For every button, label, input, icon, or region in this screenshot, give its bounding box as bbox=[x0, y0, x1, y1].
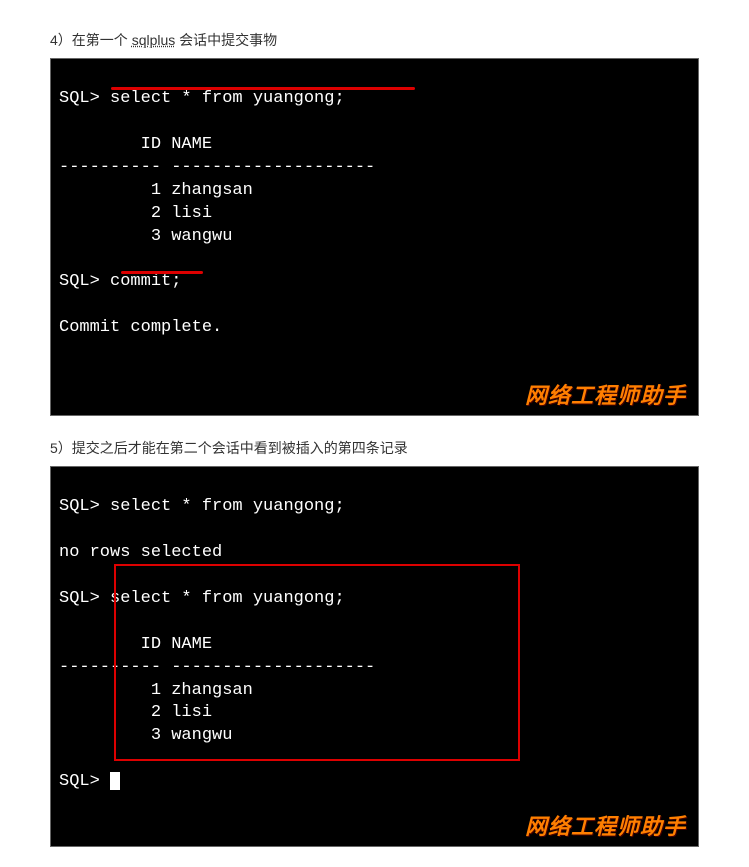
terminal-1: SQL> select * from yuangong; ID NAME ---… bbox=[50, 58, 699, 416]
table-row: 1 zhangsan bbox=[59, 681, 253, 700]
caption-suffix: 会话中提交事物 bbox=[175, 32, 277, 48]
sql-prompt: SQL> bbox=[59, 589, 110, 608]
table-divider: ---------- -------------------- bbox=[59, 158, 375, 177]
sql-prompt: SQL> bbox=[59, 772, 110, 791]
cursor-icon bbox=[110, 772, 120, 790]
commit-result: Commit complete. bbox=[59, 318, 222, 337]
terminal-2: SQL> select * from yuangong; no rows sel… bbox=[50, 466, 699, 847]
table-row: 2 lisi bbox=[59, 204, 212, 223]
red-underline-annotation bbox=[121, 271, 203, 274]
sql-prompt: SQL> bbox=[59, 272, 110, 291]
sql-command: select * from yuangong; bbox=[110, 589, 345, 608]
step4-caption: 4）在第一个 sqlplus 会话中提交事物 bbox=[50, 30, 699, 50]
table-header: ID NAME bbox=[59, 135, 212, 154]
table-row: 1 zhangsan bbox=[59, 181, 253, 200]
caption-underline: sqlplus bbox=[132, 32, 176, 48]
watermark-text: 网络工程师助手 bbox=[525, 381, 686, 411]
sql-prompt: SQL> bbox=[59, 89, 110, 108]
no-rows-msg: no rows selected bbox=[59, 543, 222, 562]
watermark-text: 网络工程师助手 bbox=[525, 812, 686, 842]
table-row: 2 lisi bbox=[59, 703, 212, 722]
step5-caption: 5）提交之后才能在第二个会话中看到被插入的第四条记录 bbox=[50, 438, 699, 458]
sql-prompt: SQL> bbox=[59, 497, 110, 516]
table-divider: ---------- -------------------- bbox=[59, 658, 375, 677]
table-header: ID NAME bbox=[59, 635, 212, 654]
sql-command: commit; bbox=[110, 272, 181, 291]
caption-prefix: 4）在第一个 bbox=[50, 32, 132, 48]
table-row: 3 wangwu bbox=[59, 726, 232, 745]
red-underline-annotation bbox=[111, 87, 415, 90]
sql-command: select * from yuangong; bbox=[110, 89, 345, 108]
sql-command: select * from yuangong; bbox=[110, 497, 345, 516]
table-row: 3 wangwu bbox=[59, 227, 232, 246]
